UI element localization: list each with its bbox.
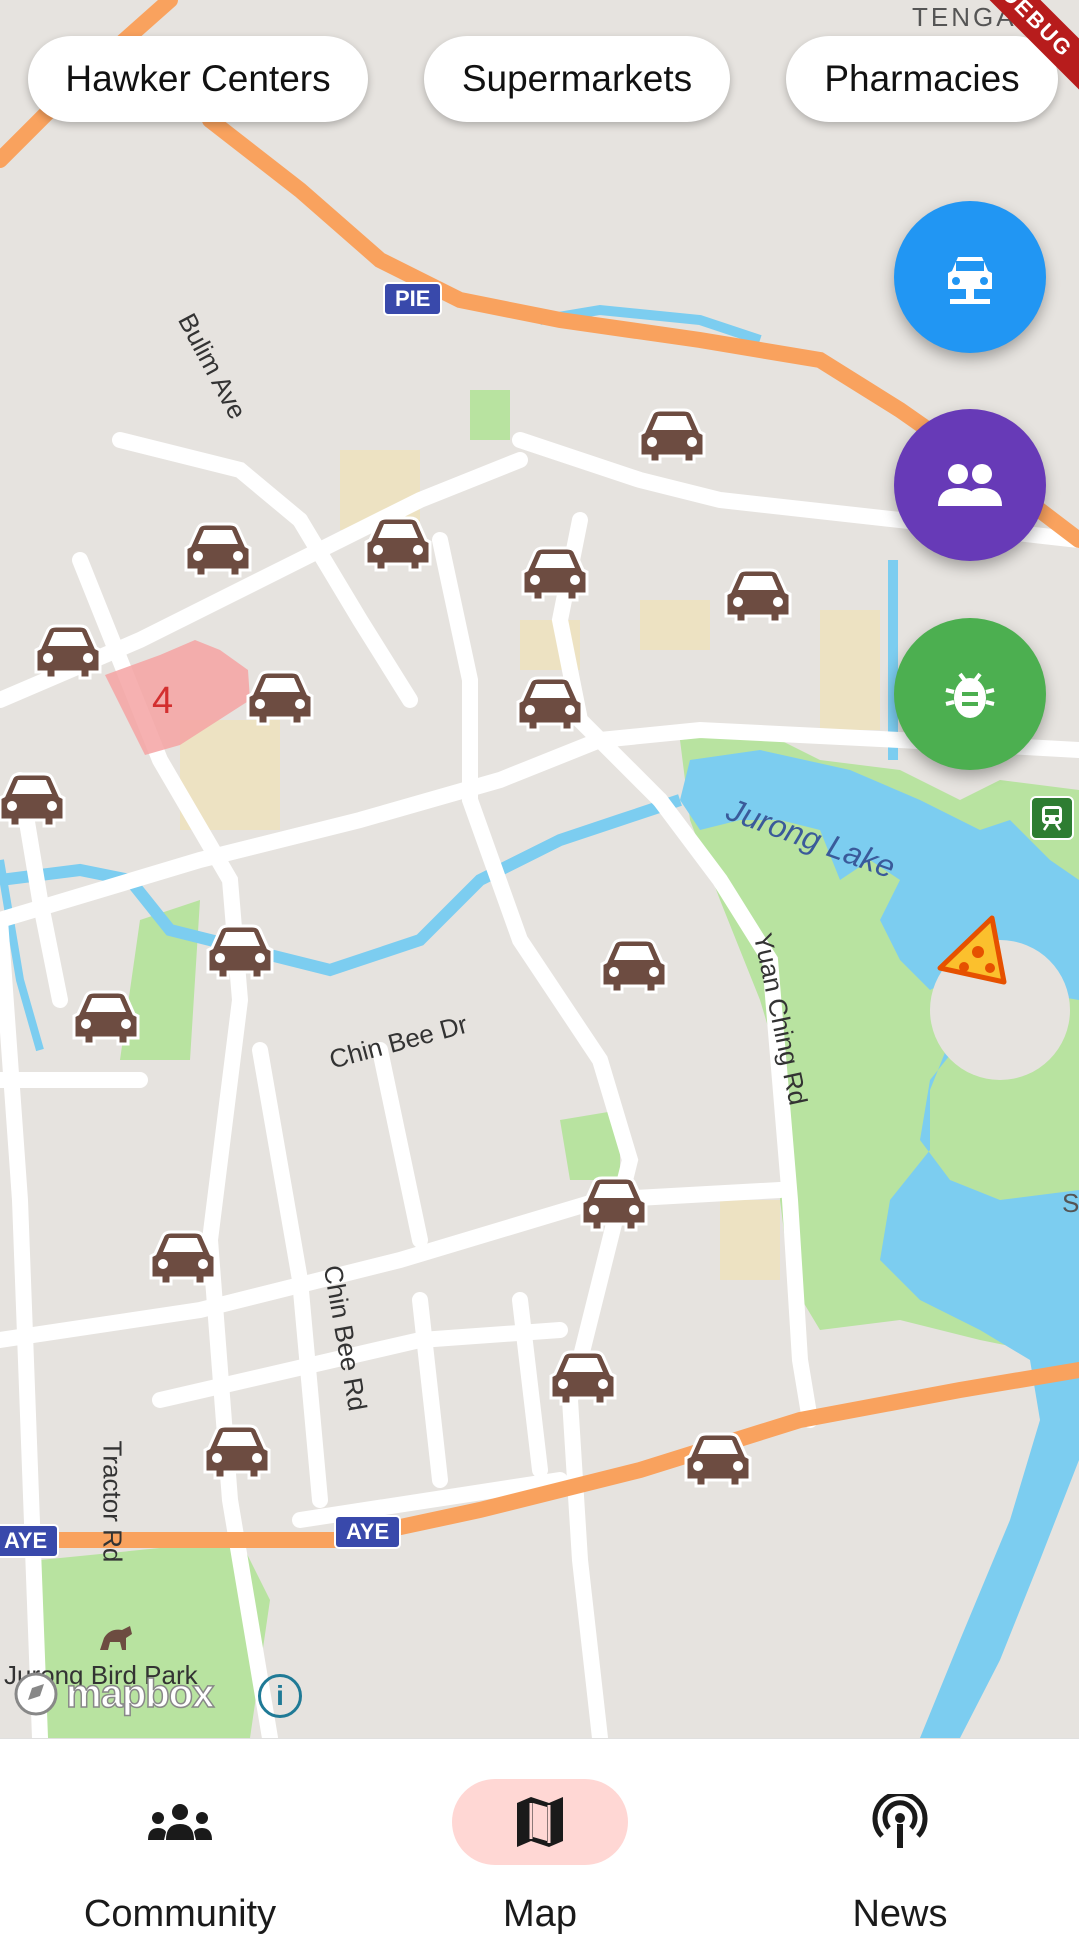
filter-chip-supermarkets[interactable]: Supermarkets xyxy=(424,36,730,122)
highway-shield-pie: PIE xyxy=(383,282,443,316)
car-marker[interactable] xyxy=(547,1348,619,1408)
nav-label-community: Community xyxy=(83,1893,277,1935)
nav-icon-container xyxy=(812,1779,988,1865)
info-icon[interactable]: i xyxy=(258,1674,302,1718)
car-marker[interactable] xyxy=(204,922,276,982)
animal-icon xyxy=(100,1626,132,1650)
car-marker[interactable] xyxy=(201,1422,273,1482)
filter-chip-hawker-centers[interactable]: Hawker Centers xyxy=(28,36,368,122)
nav-item-map[interactable]: Map xyxy=(360,1739,720,1955)
car-marker[interactable] xyxy=(519,544,591,604)
highway-shield-aye-left: AYE xyxy=(0,1524,60,1558)
nav-item-community[interactable]: Community xyxy=(0,1739,360,1955)
nav-icon-container xyxy=(92,1779,268,1865)
cluster-count: 4 xyxy=(152,680,174,722)
mapbox-attribution[interactable]: mapbox xyxy=(12,1670,215,1718)
filter-chip-pharmacies[interactable]: Pharmacies xyxy=(786,36,1058,122)
car-marker[interactable] xyxy=(722,566,794,626)
mapbox-logo-icon xyxy=(14,1672,58,1716)
transport-fab-button[interactable] xyxy=(894,201,1046,353)
car-marker[interactable] xyxy=(244,668,316,728)
car-marker[interactable] xyxy=(362,514,434,574)
map-view[interactable]: Bulim Ave Jurong Lake Yuan Ching Rd Chin… xyxy=(0,0,1079,1738)
podcast-icon xyxy=(872,1794,928,1848)
nav-item-news[interactable]: News xyxy=(720,1739,1079,1955)
debug-fab-button[interactable] xyxy=(894,618,1046,770)
bug-icon xyxy=(945,672,995,718)
car-marker[interactable] xyxy=(147,1228,219,1288)
groups-icon xyxy=(148,1804,212,1840)
road-label-tractor-rd: Tractor Rd xyxy=(97,1440,128,1563)
nav-label-news: News xyxy=(852,1893,948,1935)
community-fab-button[interactable] xyxy=(894,409,1046,561)
pizza-icon[interactable] xyxy=(934,912,1010,988)
car-marker[interactable] xyxy=(682,1430,754,1490)
car-marker[interactable] xyxy=(0,770,68,830)
bottom-navigation: Community Map News xyxy=(0,1738,1079,1955)
car-marker[interactable] xyxy=(578,1174,650,1234)
highway-shield-aye: AYE xyxy=(334,1515,402,1549)
map-icon xyxy=(517,1797,563,1847)
mapbox-wordmark: mapbox xyxy=(65,1671,215,1717)
car-marker[interactable] xyxy=(514,674,586,734)
nav-label-map: Map xyxy=(503,1893,577,1935)
car-transport-icon xyxy=(948,257,992,304)
car-marker[interactable] xyxy=(636,406,708,466)
train-station-icon[interactable] xyxy=(1030,796,1074,840)
people-icon xyxy=(938,464,1002,506)
car-marker[interactable] xyxy=(182,520,254,580)
car-marker[interactable] xyxy=(598,936,670,996)
car-marker[interactable] xyxy=(32,622,104,682)
place-label-partial: S xyxy=(1062,1188,1079,1218)
car-marker[interactable] xyxy=(70,988,142,1048)
nav-active-indicator xyxy=(452,1779,628,1865)
cluster-area[interactable] xyxy=(100,630,260,760)
